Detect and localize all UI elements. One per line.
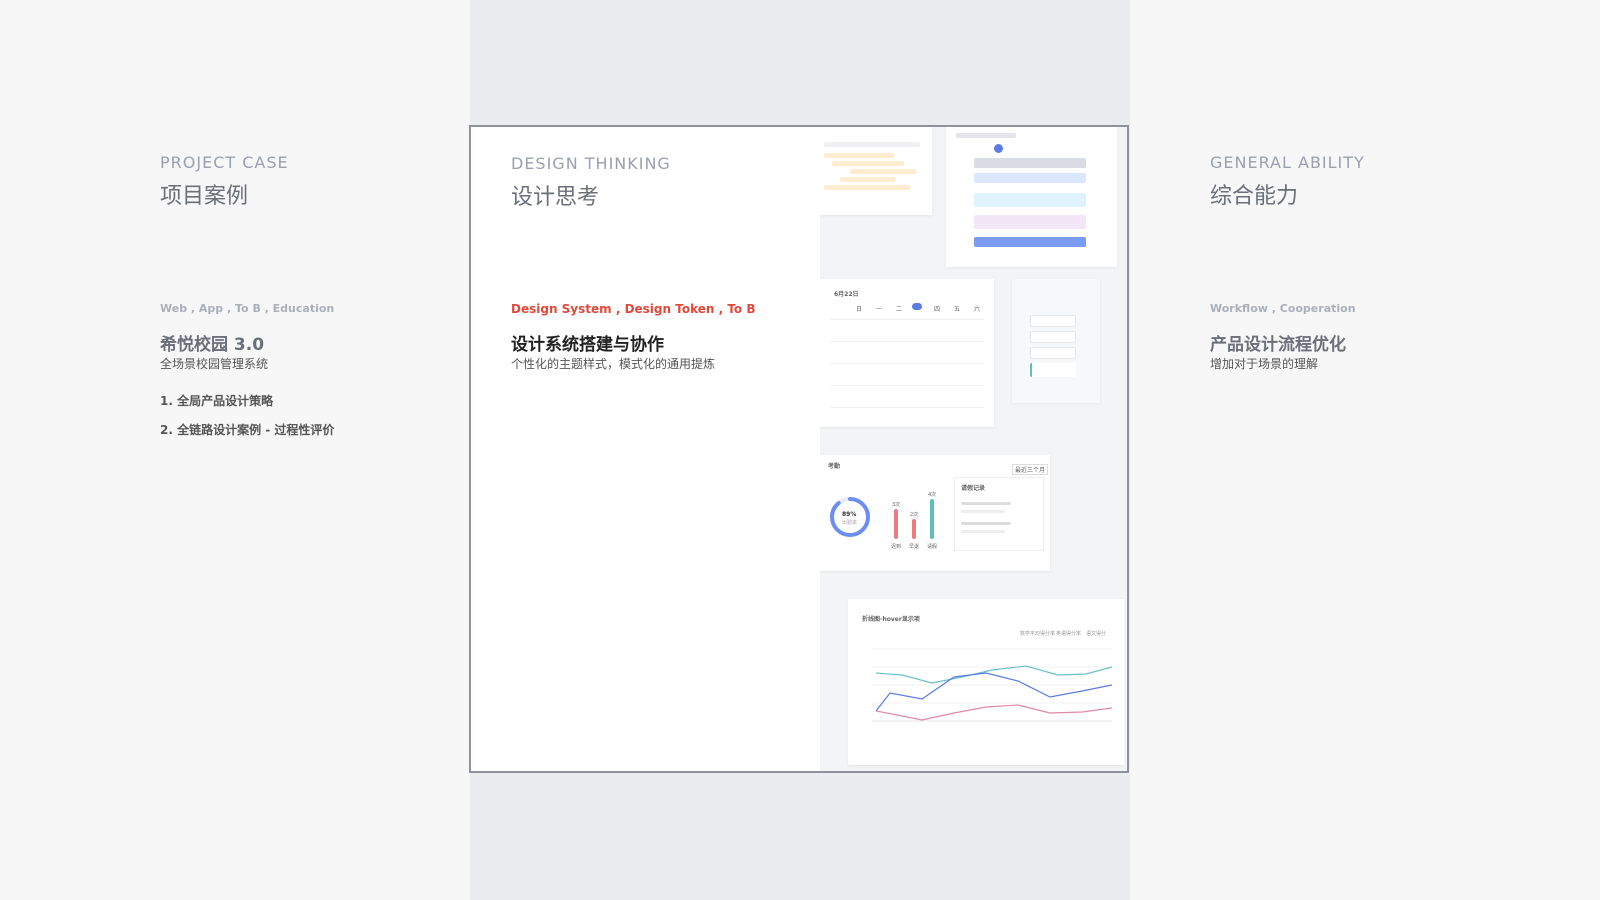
- notification-list-preview: [1012, 279, 1100, 403]
- calendar-weekday: 一: [876, 306, 883, 313]
- attendance-bar-count: 4次: [928, 492, 937, 498]
- schedule-preview: [946, 127, 1117, 267]
- schedule-event: [974, 215, 1086, 229]
- gantt-preview: [820, 127, 932, 215]
- leave-record-line: [961, 502, 1011, 505]
- center-title: 设计思考: [511, 185, 600, 210]
- leave-record-line: [961, 510, 1005, 513]
- leave-record-line: [961, 530, 1005, 533]
- center-desc: 个性化的主题样式，模式化的通用提炼: [511, 357, 716, 371]
- left-tags: Web , App , To B , Education: [160, 302, 335, 315]
- schedule-event: [974, 158, 1086, 168]
- attendance-bar-label: 早退: [909, 544, 920, 550]
- calendar-divider: [830, 363, 984, 364]
- calendar-weekday: 日: [856, 306, 863, 313]
- right-tags: Workflow , Cooperation: [1210, 302, 1356, 315]
- gantt-task: [840, 177, 896, 182]
- center-subtitle: 设计系统搭建与协作: [511, 335, 664, 355]
- schedule-event: [974, 173, 1086, 183]
- attendance-card-preview: 考勤 最近三个月 89% 出勤率 3次迟到 2次早退 4次请假 请假记录: [820, 455, 1050, 571]
- series-line-2: [875, 672, 1113, 712]
- line-chart-plot: [872, 648, 1113, 722]
- schedule-event-active: [974, 237, 1086, 247]
- attendance-bar: [912, 519, 916, 539]
- leave-records-title: 请假记录: [961, 485, 986, 492]
- center-eyebrow: DESIGN THINKING: [511, 154, 671, 173]
- line-chart-preview: 折线图-hover显示项 数学平均得分率 英语得分率 语文得分: [848, 599, 1124, 765]
- calendar-divider: [830, 385, 984, 386]
- left-desc: 全场景校园管理系统: [160, 357, 269, 371]
- left-title: 项目案例: [160, 184, 249, 209]
- right-desc: 增加对于场景的理解: [1210, 357, 1319, 371]
- calendar-selected: [912, 303, 922, 310]
- attendance-percent: 89%: [842, 511, 857, 518]
- left-item-1[interactable]: 1. 全局产品设计策略: [160, 392, 273, 409]
- attendance-bar: [894, 509, 898, 539]
- left-item-2[interactable]: 2. 全链路设计案例 - 过程性评价: [160, 421, 334, 438]
- series-line-3: [875, 704, 1113, 721]
- calendar-divider: [830, 341, 984, 342]
- schedule-header: [956, 133, 1016, 138]
- notification-item: [1030, 347, 1076, 359]
- schedule-event: [974, 193, 1086, 207]
- design-thinking-card[interactable]: DESIGN THINKING 设计思考 Design System , Des…: [469, 125, 1129, 773]
- notification-item: [1030, 315, 1076, 327]
- gantt-task: [850, 169, 916, 174]
- attendance-bar: [930, 499, 934, 539]
- right-subtitle: 产品设计流程优化: [1210, 335, 1346, 355]
- calendar-weekday: 二: [896, 306, 903, 313]
- left-subtitle: 希悦校园 3.0: [160, 335, 265, 355]
- calendar-divider: [830, 407, 984, 408]
- line-chart-title: 折线图-hover显示项: [862, 616, 920, 623]
- attendance-filter[interactable]: 最近三个月: [1012, 464, 1049, 475]
- notification-item: [1030, 331, 1076, 343]
- gantt-task: [832, 161, 904, 166]
- calendar-title: 6月22日: [834, 291, 859, 298]
- calendar-weekday: 六: [974, 306, 981, 313]
- gantt-task: [824, 153, 894, 158]
- schedule-today-dot: [994, 144, 1003, 153]
- leave-record-line: [961, 522, 1011, 525]
- right-title: 综合能力: [1210, 184, 1299, 209]
- gantt-task: [824, 185, 910, 190]
- calendar-weekday: 五: [954, 306, 961, 313]
- attendance-bar-label: 请假: [927, 544, 938, 550]
- attendance-bar-count: 2次: [910, 512, 919, 518]
- month-calendar-preview: 6月22日 日 一 二 四 五 六: [820, 279, 994, 427]
- attendance-bar-count: 3次: [892, 502, 901, 508]
- leave-records: 请假记录: [954, 477, 1044, 551]
- left-eyebrow: PROJECT CASE: [160, 153, 289, 172]
- attendance-title: 考勤: [828, 463, 841, 470]
- attendance-bar-label: 迟到: [891, 544, 902, 550]
- gantt-header: [824, 142, 920, 147]
- right-eyebrow: GENERAL ABILITY: [1210, 153, 1365, 172]
- center-tags: Design System , Design Token , To B: [511, 302, 756, 316]
- notification-item-active: [1030, 363, 1076, 377]
- attendance-percent-sub: 出勤率: [842, 520, 858, 526]
- calendar-divider: [830, 319, 984, 320]
- design-system-showcase: 6月22日 日 一 二 四 五 六 考勤 最近三个月 89% 出勤率 3次 迟到…: [820, 127, 1127, 771]
- calendar-weekday: 四: [934, 306, 941, 313]
